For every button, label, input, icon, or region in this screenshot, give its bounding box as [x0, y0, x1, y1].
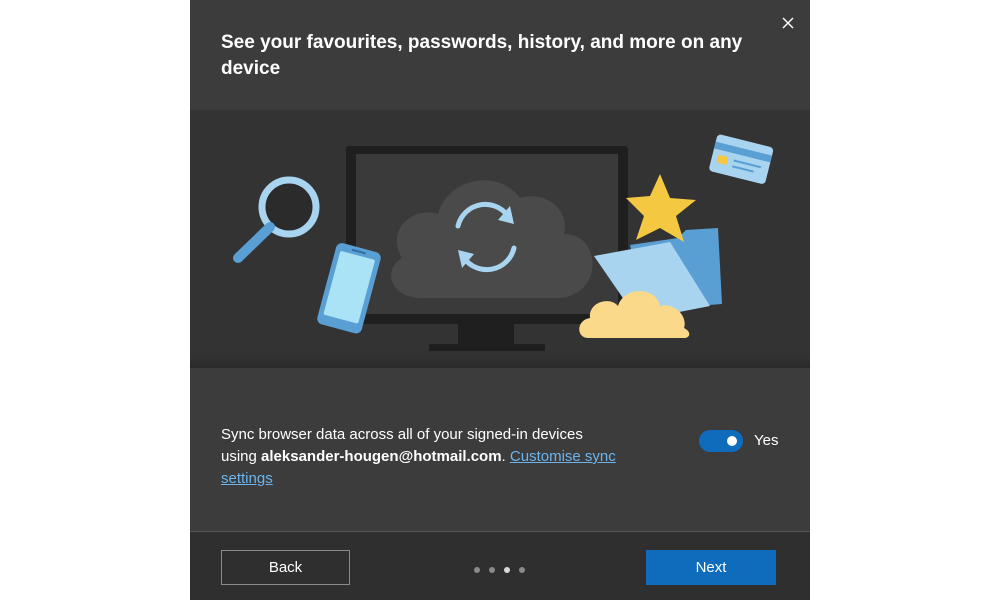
pagination-dot-2 [489, 567, 495, 573]
close-icon [782, 17, 794, 29]
account-email: aleksander-hougen@hotmail.com [261, 448, 502, 465]
toggle-knob [727, 436, 737, 446]
pagination-dot-3 [504, 567, 510, 573]
pagination-dot-1 [474, 567, 480, 573]
dialog-footer: Back Next [190, 532, 810, 600]
credit-card-icon [709, 134, 774, 184]
back-button[interactable]: Back [221, 550, 350, 585]
sync-toggle-label: Yes [754, 432, 779, 449]
pagination-dot-4 [519, 567, 525, 573]
sync-dialog: See your favourites, passwords, history,… [190, 0, 810, 600]
sync-illustration [190, 110, 810, 368]
sync-text-suffix: . [501, 448, 510, 465]
next-button[interactable]: Next [646, 550, 776, 585]
magnifier-icon [233, 176, 320, 263]
close-button[interactable] [778, 13, 798, 33]
pagination-dots [474, 567, 525, 575]
dialog-title: See your favourites, passwords, history,… [221, 32, 743, 79]
sync-toggle[interactable] [699, 430, 743, 452]
sync-description: Sync browser data across all of your sig… [221, 424, 621, 490]
